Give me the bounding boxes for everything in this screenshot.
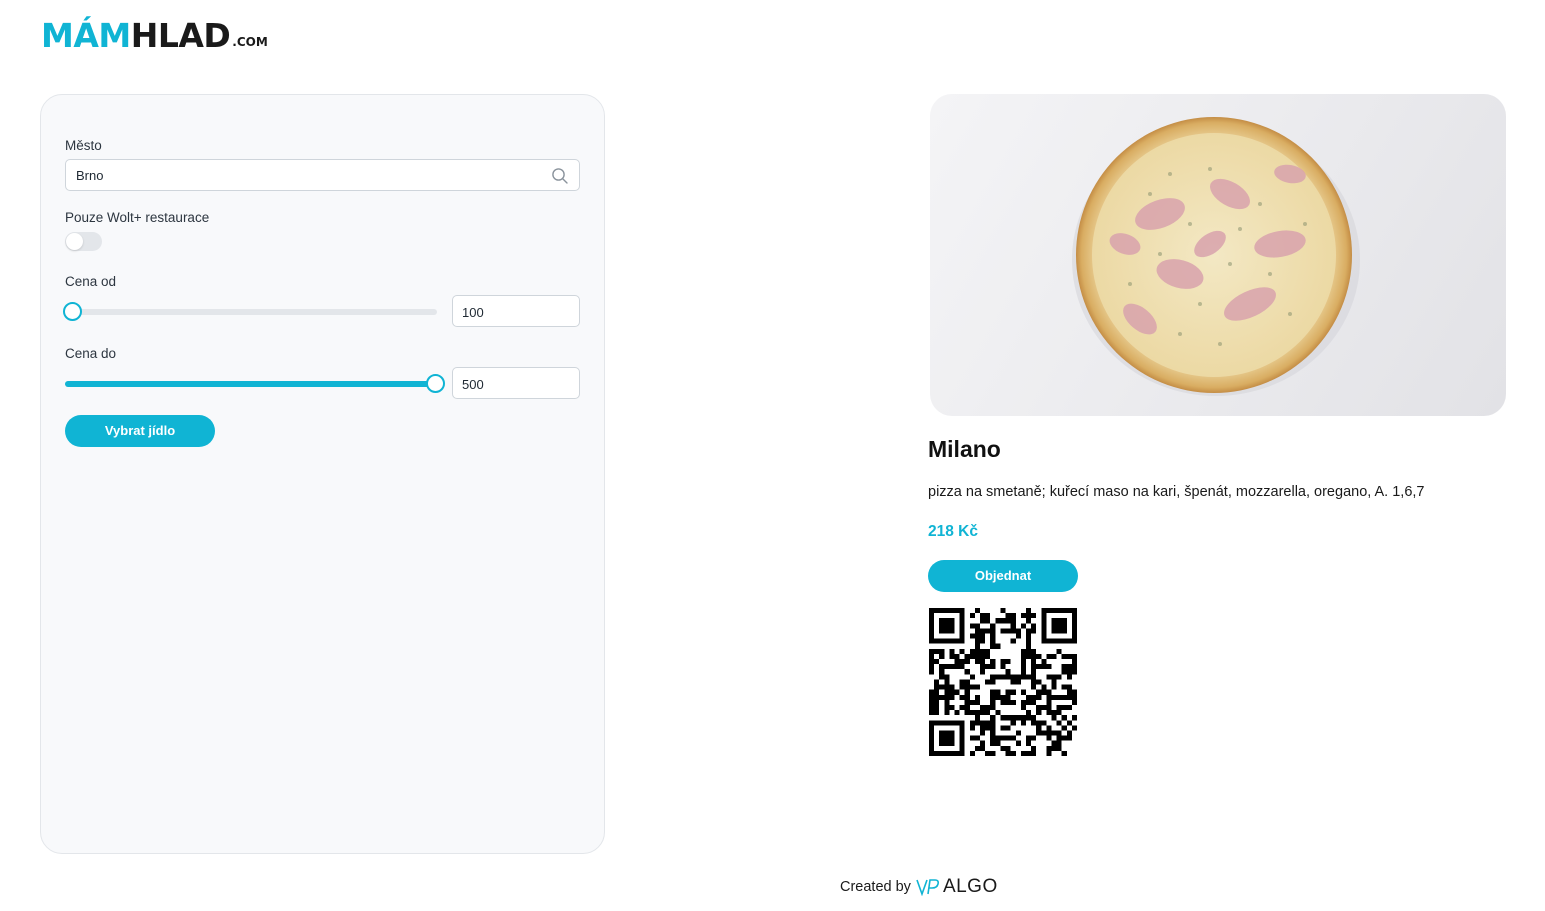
- price-to-input[interactable]: 500: [452, 367, 580, 399]
- price-from-input[interactable]: 100: [452, 295, 580, 327]
- vp-logo-mark-icon: [916, 879, 939, 896]
- dish-name: Milano: [928, 436, 1001, 462]
- logo-part-1: MÁM: [41, 16, 131, 55]
- site-logo[interactable]: MÁM HLAD .COM: [41, 16, 268, 56]
- dish-price: 218 Kč: [928, 523, 978, 540]
- price-from-value: 100: [462, 305, 484, 320]
- price-to-label: Cena do: [65, 346, 117, 361]
- slider-track: [65, 309, 437, 315]
- price-from-label: Cena od: [65, 274, 117, 289]
- logo-part-2: HLAD: [130, 16, 231, 55]
- select-food-button[interactable]: Vybrat jídlo: [65, 415, 215, 447]
- qr-code-icon: [929, 608, 1077, 756]
- logo-suffix: .COM: [232, 35, 268, 49]
- city-search-value: Brno: [76, 168, 104, 183]
- order-button[interactable]: Objednat: [928, 560, 1078, 592]
- footer: Created by ALGO: [840, 875, 998, 899]
- dish-description: pizza na smetaně; kuřecí maso na kari, š…: [928, 484, 1425, 500]
- wolt-plus-toggle[interactable]: [65, 232, 102, 251]
- slider-fill: [65, 381, 435, 387]
- pizza-photo-icon: [930, 94, 1506, 416]
- pizza-illustration: [1072, 117, 1360, 396]
- created-by-text: Created by: [840, 879, 911, 895]
- search-icon[interactable]: [551, 167, 569, 185]
- wolt-plus-label: Pouze Wolt+ restaurace: [65, 210, 210, 225]
- slider-thumb[interactable]: [426, 374, 445, 393]
- price-from-slider[interactable]: [63, 301, 437, 321]
- price-to-value: 500: [462, 377, 484, 392]
- toggle-knob: [66, 233, 83, 250]
- city-search-input[interactable]: Brno: [65, 159, 580, 191]
- company-name: ALGO: [942, 876, 998, 897]
- slider-thumb[interactable]: [63, 302, 82, 321]
- filter-panel: Město Brno Pouze Wolt+ restaurace Cena o…: [40, 94, 605, 854]
- price-to-slider[interactable]: [65, 373, 445, 393]
- city-label: Město: [65, 138, 102, 153]
- vpalgo-logo[interactable]: ALGO: [916, 876, 998, 898]
